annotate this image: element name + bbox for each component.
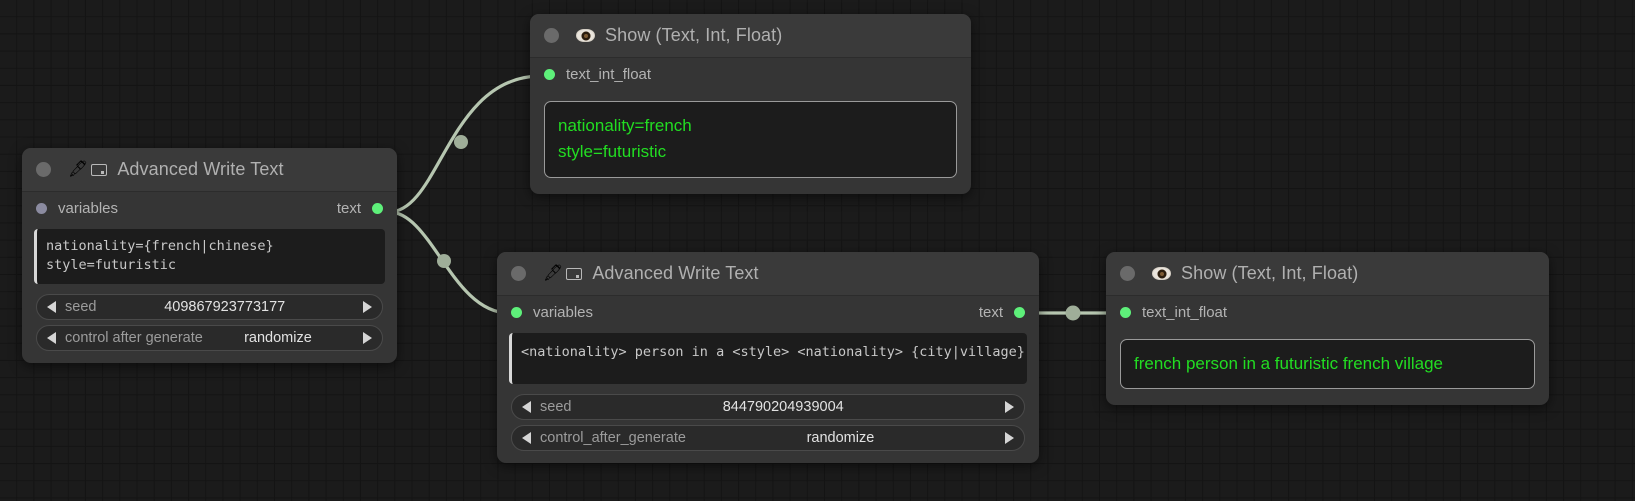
input-port-icon[interactable] bbox=[544, 69, 555, 80]
variables-textarea[interactable]: <nationality> person in a <style> <natio… bbox=[509, 333, 1027, 384]
node-header[interactable]: 🖋 Advanced Write Text bbox=[22, 148, 397, 192]
widget-value[interactable]: 409867923773177 bbox=[164, 299, 285, 315]
widget-value[interactable]: randomize bbox=[807, 430, 875, 446]
widget-value[interactable]: 844790204939004 bbox=[723, 399, 844, 415]
input-port-icon[interactable] bbox=[511, 307, 522, 318]
input-slot-text-int-float[interactable]: text_int_float bbox=[544, 66, 651, 83]
widget-label: seed bbox=[65, 299, 96, 315]
input-port-icon[interactable] bbox=[36, 203, 47, 214]
input-slot-text-int-float[interactable]: text_int_float bbox=[1120, 304, 1227, 321]
widget-seed[interactable]: seed 409867923773177 bbox=[36, 294, 383, 320]
node-advanced-write-text-1[interactable]: 🖋 Advanced Write Text variables text nat… bbox=[22, 148, 397, 363]
variables-textarea[interactable]: nationality={french|chinese} style=futur… bbox=[34, 229, 385, 284]
widget-value[interactable]: randomize bbox=[244, 330, 312, 346]
next-option-arrow-icon[interactable] bbox=[1005, 432, 1014, 444]
node-header-icons bbox=[576, 29, 595, 42]
widget-control-after-generate[interactable]: control after generate randomize bbox=[36, 325, 383, 351]
node-title: Advanced Write Text bbox=[117, 159, 283, 180]
input-slot-label: variables bbox=[58, 200, 118, 217]
node-body: variables text <nationality> person in a… bbox=[497, 296, 1039, 463]
previous-option-arrow-icon[interactable] bbox=[522, 432, 531, 444]
node-header-icons: 🖋 bbox=[543, 266, 582, 282]
eye-icon bbox=[576, 29, 595, 42]
node-title: Show (Text, Int, Float) bbox=[605, 25, 782, 46]
decrement-arrow-icon[interactable] bbox=[47, 301, 56, 313]
collapse-toggle-icon[interactable] bbox=[1120, 266, 1135, 281]
output-display-text: french person in a futuristic french vil… bbox=[1120, 339, 1535, 389]
node-show-text-int-float-1[interactable]: Show (Text, Int, Float) text_int_float n… bbox=[530, 14, 971, 194]
slot-row: text_int_float bbox=[1106, 296, 1549, 329]
text-box-icon bbox=[566, 268, 582, 280]
widget-label: control after generate bbox=[65, 330, 203, 346]
eye-icon bbox=[1152, 267, 1171, 280]
node-body: text_int_float nationality=french style=… bbox=[530, 58, 971, 194]
output-slot-label: text bbox=[979, 304, 1003, 321]
input-slot-label: variables bbox=[533, 304, 593, 321]
slot-row: text_int_float bbox=[530, 58, 971, 91]
widget-seed[interactable]: seed 844790204939004 bbox=[511, 394, 1025, 420]
output-port-icon[interactable] bbox=[372, 203, 383, 214]
next-option-arrow-icon[interactable] bbox=[363, 332, 372, 344]
output-port-icon[interactable] bbox=[1014, 307, 1025, 318]
input-slot-label: text_int_float bbox=[566, 66, 651, 83]
link-midpoint-dot[interactable] bbox=[454, 135, 468, 149]
input-slot-variables[interactable]: variables bbox=[511, 304, 593, 321]
node-advanced-write-text-2[interactable]: 🖋 Advanced Write Text variables text <na… bbox=[497, 252, 1039, 463]
increment-arrow-icon[interactable] bbox=[1005, 401, 1014, 413]
output-display-text: nationality=french style=futuristic bbox=[544, 101, 957, 178]
node-title: Show (Text, Int, Float) bbox=[1181, 263, 1358, 284]
output-slot-text[interactable]: text bbox=[337, 200, 383, 217]
input-slot-variables[interactable]: variables bbox=[36, 200, 118, 217]
collapse-toggle-icon[interactable] bbox=[36, 162, 51, 177]
fountain-pen-icon: 🖋 bbox=[543, 266, 563, 282]
slot-row: variables text bbox=[22, 192, 397, 225]
link-midpoint-dot[interactable] bbox=[437, 254, 451, 268]
node-header[interactable]: 🖋 Advanced Write Text bbox=[497, 252, 1039, 296]
decrement-arrow-icon[interactable] bbox=[522, 401, 531, 413]
link-awt1-awt2 bbox=[389, 212, 509, 313]
node-header-icons: 🖋 bbox=[68, 162, 107, 178]
collapse-toggle-icon[interactable] bbox=[511, 266, 526, 281]
widget-label: seed bbox=[540, 399, 571, 415]
node-header[interactable]: Show (Text, Int, Float) bbox=[1106, 252, 1549, 296]
node-show-text-int-float-2[interactable]: Show (Text, Int, Float) text_int_float f… bbox=[1106, 252, 1549, 405]
node-graph-canvas[interactable]: 🖋 Advanced Write Text variables text nat… bbox=[0, 0, 1635, 501]
increment-arrow-icon[interactable] bbox=[363, 301, 372, 313]
node-title: Advanced Write Text bbox=[592, 263, 758, 284]
output-slot-text[interactable]: text bbox=[979, 304, 1025, 321]
input-port-icon[interactable] bbox=[1120, 307, 1131, 318]
output-slot-label: text bbox=[337, 200, 361, 217]
node-body: text_int_float french person in a futuri… bbox=[1106, 296, 1549, 405]
collapse-toggle-icon[interactable] bbox=[544, 28, 559, 43]
widget-label: control_after_generate bbox=[540, 430, 686, 446]
fountain-pen-icon: 🖋 bbox=[68, 162, 88, 178]
input-slot-label: text_int_float bbox=[1142, 304, 1227, 321]
slot-row: variables text bbox=[497, 296, 1039, 329]
node-header[interactable]: Show (Text, Int, Float) bbox=[530, 14, 971, 58]
node-header-icons bbox=[1152, 267, 1171, 280]
text-box-icon bbox=[91, 164, 107, 176]
widget-control-after-generate[interactable]: control_after_generate randomize bbox=[511, 425, 1025, 451]
node-body: variables text nationality={french|chine… bbox=[22, 192, 397, 363]
link-midpoint-dot[interactable] bbox=[1066, 306, 1081, 321]
link-awt1-show1 bbox=[389, 76, 541, 212]
previous-option-arrow-icon[interactable] bbox=[47, 332, 56, 344]
